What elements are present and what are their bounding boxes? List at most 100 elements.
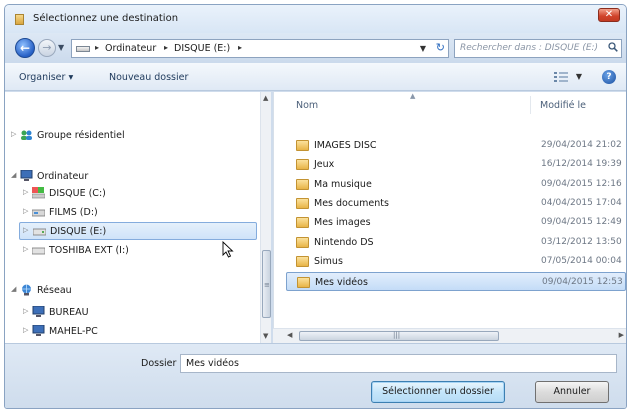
- list-item[interactable]: Nintendo DS 03/12/2012 13:50: [286, 233, 626, 252]
- select-folder-button[interactable]: Sélectionner un dossier: [371, 381, 505, 403]
- grip-icon: ≡: [264, 281, 270, 289]
- new-folder-button[interactable]: Nouveau dossier: [109, 72, 188, 83]
- nav-item-bureau[interactable]: ▷ BUREAU: [23, 304, 223, 322]
- title-bar[interactable]: Sélectionnez une destination ✕: [5, 5, 626, 33]
- folder-field-label: Dossier :: [141, 358, 183, 369]
- homegroup-icon: [21, 130, 32, 140]
- view-dropdown-icon[interactable]: ▼: [576, 72, 582, 81]
- nav-label: FILMS (D:): [49, 207, 98, 218]
- nav-label: TOSHIBA EXT (I:): [49, 245, 129, 256]
- folder-field[interactable]: Mes vidéos: [180, 354, 617, 373]
- file-name: Mes documents: [314, 198, 389, 209]
- nav-item-drive-e[interactable]: ▷ DISQUE (E:): [19, 222, 257, 240]
- pictures-folder-icon: [296, 217, 309, 228]
- drive-icon: [32, 247, 45, 255]
- documents-folder-icon: [296, 198, 309, 209]
- system-drive-icon: [32, 187, 45, 199]
- history-dropdown-icon[interactable]: ▼: [58, 43, 64, 52]
- list-item[interactable]: Mes documents 04/04/2015 17:04: [286, 194, 626, 213]
- file-date: 29/04/2014 21:02: [541, 140, 622, 150]
- scroll-thumb[interactable]: ≡: [262, 250, 271, 318]
- computer-icon: [20, 170, 33, 181]
- search-input[interactable]: Rechercher dans : DISQUE (E:): [454, 39, 622, 58]
- close-button[interactable]: ✕: [598, 8, 620, 22]
- computer-icon: [32, 306, 45, 317]
- window-title: Sélectionnez une destination: [33, 13, 179, 24]
- back-button[interactable]: ←: [15, 38, 35, 58]
- file-name: Mes vidéos: [315, 277, 368, 288]
- breadcrumb-drive-e[interactable]: DISQUE (E:): [174, 43, 230, 54]
- expander-icon[interactable]: ▷: [23, 188, 28, 196]
- help-icon[interactable]: ?: [602, 70, 616, 84]
- folder-icon: [15, 14, 24, 25]
- nav-item-drive-i[interactable]: ▷ TOSHIBA EXT (I:): [23, 242, 223, 260]
- folder-picker-dialog: Sélectionnez une destination ✕ ← → ▼ ▸ O…: [4, 4, 627, 409]
- list-item[interactable]: Simus 07/05/2014 00:04: [286, 252, 626, 271]
- nav-label: Réseau: [37, 285, 72, 296]
- cancel-button[interactable]: Annuler: [535, 381, 609, 403]
- file-list-pane: Nom ▲ Modifié le IMAGES DISC 29/04/2014 …: [273, 92, 626, 343]
- scroll-left-icon[interactable]: ◀: [287, 331, 292, 339]
- folder-icon: [296, 237, 309, 248]
- nav-item-network[interactable]: ◢ Réseau: [11, 282, 211, 300]
- drive-icon: [76, 46, 90, 52]
- nav-item-computer[interactable]: ◢ Ordinateur: [11, 168, 211, 186]
- nav-scrollbar[interactable]: ▲ ≡ ▼: [260, 92, 271, 343]
- nav-item-drive-c[interactable]: ▷ DISQUE (C:): [23, 185, 223, 203]
- file-date: 09/04/2015 12:16: [541, 179, 622, 189]
- expander-icon[interactable]: ▷: [23, 245, 28, 253]
- scroll-down-icon[interactable]: ▼: [263, 332, 268, 340]
- chevron-right-icon[interactable]: ▸: [95, 43, 99, 52]
- folder-icon: [296, 140, 309, 151]
- refresh-icon[interactable]: ↻: [436, 41, 445, 54]
- list-item[interactable]: Ma musique 09/04/2015 12:16: [286, 175, 626, 194]
- nav-label: MAHEL-PC: [49, 326, 98, 337]
- chevron-right-icon[interactable]: ▸: [164, 43, 168, 52]
- expander-icon[interactable]: ▷: [23, 207, 28, 215]
- drive-icon: [33, 228, 46, 236]
- file-name: Mes images: [314, 217, 371, 228]
- folder-icon: [296, 159, 309, 170]
- address-dropdown-icon[interactable]: ▼: [420, 44, 426, 53]
- file-name: Ma musique: [314, 179, 372, 190]
- search-icon[interactable]: [608, 42, 618, 52]
- scroll-thumb[interactable]: |||: [299, 331, 499, 341]
- horizontal-scrollbar[interactable]: ◀ ||| ▶: [273, 328, 626, 343]
- column-header-name[interactable]: Nom: [296, 100, 318, 111]
- scroll-right-icon[interactable]: ▶: [619, 331, 624, 339]
- nav-item-homegroup[interactable]: ▷ Groupe résidentiel: [11, 127, 211, 145]
- expander-icon[interactable]: ▷: [23, 307, 28, 315]
- chevron-right-icon[interactable]: ▸: [238, 43, 242, 52]
- file-date: 03/12/2012 13:50: [541, 237, 622, 247]
- nav-label: DISQUE (C:): [49, 188, 106, 199]
- list-item[interactable]: Mes images 09/04/2015 12:49: [286, 213, 626, 232]
- sort-ascending-icon: ▲: [410, 92, 416, 100]
- file-date: 04/04/2015 17:04: [541, 198, 622, 208]
- expander-icon[interactable]: ▷: [23, 326, 28, 334]
- view-options-icon[interactable]: [554, 71, 568, 82]
- expander-icon[interactable]: ◢: [11, 285, 16, 293]
- file-name: Nintendo DS: [314, 237, 374, 248]
- file-date: 07/05/2014 00:04: [541, 256, 622, 266]
- navigation-pane: ▷ Groupe résidentiel ◢ Ordinateur ▷ DISQ…: [5, 92, 271, 343]
- expander-icon[interactable]: ◢: [11, 171, 16, 179]
- dialog-footer: Dossier : Mes vidéos Sélectionner un dos…: [5, 343, 626, 408]
- file-name: Jeux: [314, 159, 335, 170]
- breadcrumb-computer[interactable]: Ordinateur: [105, 43, 156, 54]
- folder-icon: [296, 256, 309, 267]
- forward-button[interactable]: →: [38, 39, 56, 57]
- address-bar[interactable]: ▸ Ordinateur ▸ DISQUE (E:) ▸ ▼ ↻: [71, 39, 449, 58]
- list-item[interactable]: Jeux 16/12/2014 19:39: [286, 155, 626, 174]
- nav-item-mahel-pc[interactable]: ▷ MAHEL-PC: [23, 323, 223, 341]
- expander-icon[interactable]: ▷: [23, 226, 28, 234]
- column-header-modified[interactable]: Modifié le: [540, 100, 586, 111]
- nav-item-drive-d[interactable]: ▷ FILMS (D:): [23, 204, 223, 222]
- column-separator[interactable]: [530, 96, 531, 114]
- organize-menu[interactable]: Organiser ▾: [19, 72, 73, 83]
- list-item-selected[interactable]: Mes vidéos 09/04/2015 12:53: [286, 272, 626, 291]
- list-item[interactable]: IMAGES DISC 29/04/2014 21:02: [286, 136, 626, 155]
- scroll-up-icon[interactable]: ▲: [263, 94, 268, 102]
- expander-icon[interactable]: ▷: [11, 130, 16, 138]
- videos-folder-icon: [297, 277, 310, 288]
- address-row: ← → ▼ ▸ Ordinateur ▸ DISQUE (E:) ▸ ▼ ↻ R…: [5, 33, 626, 63]
